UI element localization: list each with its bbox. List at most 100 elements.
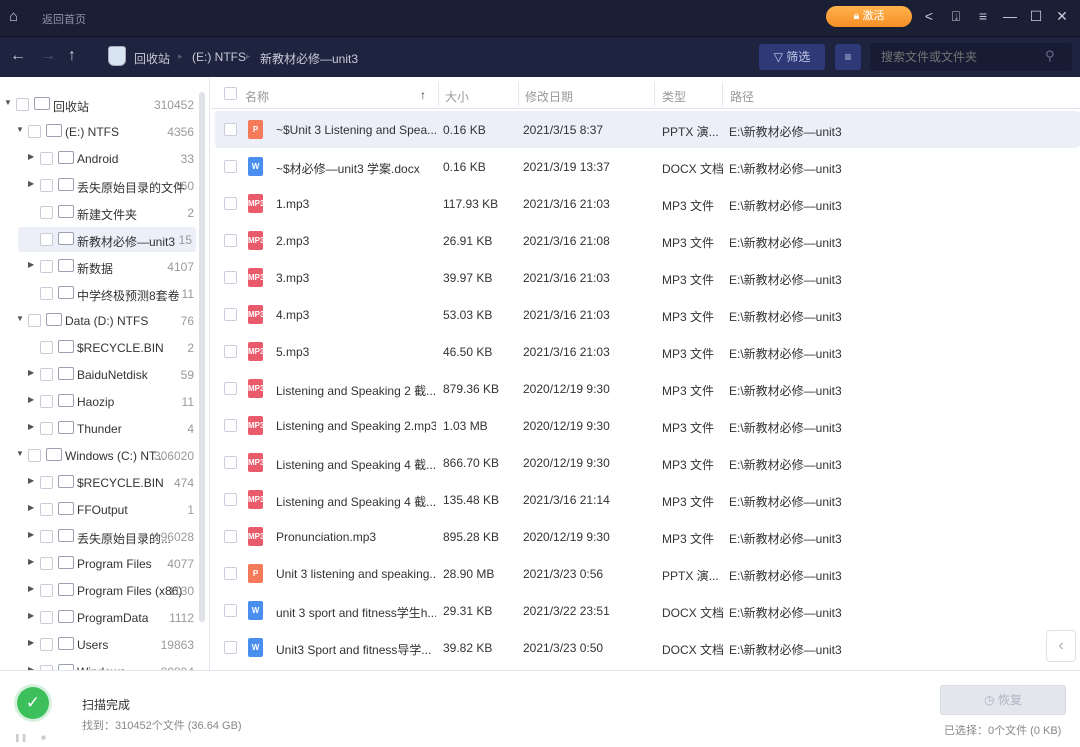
share-icon[interactable]: < xyxy=(920,8,938,24)
file-row[interactable]: MP3 Listening and Speaking 4 截... 866.70… xyxy=(215,444,1080,481)
file-row[interactable]: MP3 Listening and Speaking 2.mp3 1.03 MB… xyxy=(215,407,1080,444)
caret-right-icon[interactable]: ▶ xyxy=(28,152,34,161)
tree-scrollbar[interactable] xyxy=(199,92,205,622)
tree-checkbox[interactable] xyxy=(40,341,53,354)
tree-item[interactable]: ▶ $RECYCLE.BIN 474 xyxy=(0,470,200,495)
caret-right-icon[interactable]: ▶ xyxy=(28,260,34,269)
pause-icon[interactable]: ❚❚ xyxy=(14,733,27,742)
tree-checkbox[interactable] xyxy=(40,179,53,192)
row-checkbox[interactable] xyxy=(224,123,237,136)
tree-item[interactable]: ▶ Haozip 11 xyxy=(0,389,200,414)
row-checkbox[interactable] xyxy=(224,604,237,617)
file-row[interactable]: W unit 3 sport and fitness学生h... 29.31 K… xyxy=(215,592,1080,629)
tree-checkbox[interactable] xyxy=(40,638,53,651)
caret-right-icon[interactable]: ▶ xyxy=(28,503,34,512)
tree-item[interactable]: ▶ Program Files (x86) 1130 xyxy=(0,578,200,603)
caret-right-icon[interactable]: ▶ xyxy=(28,476,34,485)
search-input[interactable] xyxy=(870,43,1072,71)
caret-down-icon[interactable]: ▼ xyxy=(4,98,12,107)
breadcrumb-recycle-bin[interactable]: 回收站 xyxy=(134,50,170,67)
activate-button[interactable]: 🔒︎ 激活 xyxy=(826,6,912,27)
tree-checkbox[interactable] xyxy=(28,125,41,138)
up-arrow-icon[interactable]: ↑ xyxy=(68,47,76,65)
back-arrow-icon[interactable]: ← xyxy=(10,47,26,65)
file-row[interactable]: MP3 2.mp3 26.91 KB 2021/3/16 21:08 MP3 文… xyxy=(215,222,1080,259)
tree-item[interactable]: ▶ 新数据 4107 xyxy=(0,254,200,279)
file-row[interactable]: MP3 Pronunciation.mp3 895.28 KB 2020/12/… xyxy=(215,518,1080,555)
tree-item[interactable]: ▶ Program Files 4077 xyxy=(0,551,200,576)
caret-right-icon[interactable]: ▶ xyxy=(28,368,34,377)
tree-item[interactable]: ▶ 丢失原始目录的... 196028 xyxy=(0,524,200,549)
tree-item[interactable]: ▼ Windows (C:) NT... 306020 xyxy=(0,443,200,468)
collapse-panel-button[interactable]: ‹ xyxy=(1046,630,1076,662)
tree-item[interactable]: ▶ Users 19863 xyxy=(0,632,200,657)
caret-right-icon[interactable]: ▶ xyxy=(28,638,34,647)
column-name[interactable]: 名称 xyxy=(245,88,269,105)
sort-ascending-icon[interactable]: ↑ xyxy=(420,88,426,102)
recover-button[interactable]: ◷ 恢复 xyxy=(940,685,1066,715)
breadcrumb-folder[interactable]: 新教材必修—unit3 xyxy=(260,50,358,67)
breadcrumb-drive[interactable]: (E:) NTFS xyxy=(192,50,246,64)
maximize-icon[interactable]: ☐ xyxy=(1027,8,1045,25)
tree-item[interactable]: ▶Windows80894 xyxy=(0,659,200,670)
tree-checkbox[interactable] xyxy=(16,98,29,111)
row-checkbox[interactable] xyxy=(224,382,237,395)
tree-item[interactable]: ▶ FFOutput 1 xyxy=(0,497,200,522)
row-checkbox[interactable] xyxy=(224,197,237,210)
row-checkbox[interactable] xyxy=(224,493,237,506)
row-checkbox[interactable] xyxy=(224,456,237,469)
caret-right-icon[interactable]: ▶ xyxy=(28,395,34,404)
file-row[interactable]: P ~$Unit 3 Listening and Spea... 0.16 KB… xyxy=(215,111,1080,148)
row-checkbox[interactable] xyxy=(224,160,237,173)
column-divider[interactable] xyxy=(438,82,439,106)
tree-item[interactable]: ▼ (E:) NTFS 4356 xyxy=(0,119,200,144)
tree-item[interactable]: ▶ Android 33 xyxy=(0,146,200,171)
select-all-checkbox[interactable] xyxy=(224,87,237,100)
tree-checkbox[interactable] xyxy=(40,287,53,300)
tree-checkbox[interactable] xyxy=(40,233,53,246)
tree-checkbox[interactable] xyxy=(40,557,53,570)
tree-item[interactable]: ▼ 回收站 310452 xyxy=(0,92,200,117)
tree-checkbox[interactable] xyxy=(40,152,53,165)
tree-checkbox[interactable] xyxy=(40,368,53,381)
tree-checkbox[interactable] xyxy=(40,611,53,624)
file-row[interactable]: MP3 1.mp3 117.93 KB 2021/3/16 21:03 MP3 … xyxy=(215,185,1080,222)
tree-item[interactable]: ▶ 丢失原始目录的文件 160 xyxy=(0,173,200,198)
tree-item[interactable]: ▼ Data (D:) NTFS 76 xyxy=(0,308,200,333)
tree-checkbox[interactable] xyxy=(40,395,53,408)
row-checkbox[interactable] xyxy=(224,308,237,321)
file-row[interactable]: P Unit 3 listening and speaking... 28.90… xyxy=(215,555,1080,592)
view-mode-button[interactable]: ≡ xyxy=(835,44,861,70)
row-checkbox[interactable] xyxy=(224,419,237,432)
stop-icon[interactable]: ■ xyxy=(41,733,46,742)
file-row[interactable]: W ~$材必修—unit3 学案.docx 0.16 KB 2021/3/19 … xyxy=(215,148,1080,185)
row-checkbox[interactable] xyxy=(224,345,237,358)
search-icon[interactable]: ⚲ xyxy=(1045,48,1055,64)
tree-checkbox[interactable] xyxy=(40,476,53,489)
file-row[interactable]: MP3 4.mp3 53.03 KB 2021/3/16 21:03 MP3 文… xyxy=(215,296,1080,333)
caret-right-icon[interactable]: ▶ xyxy=(28,584,34,593)
column-type[interactable]: 类型 xyxy=(662,88,686,105)
caret-down-icon[interactable]: ▼ xyxy=(16,314,24,323)
tree-checkbox[interactable] xyxy=(40,503,53,516)
column-divider[interactable] xyxy=(722,82,723,106)
tree-item[interactable]: 新建文件夹 2 xyxy=(0,200,200,225)
tree-checkbox[interactable] xyxy=(40,584,53,597)
column-path[interactable]: 路径 xyxy=(730,88,754,105)
column-divider[interactable] xyxy=(654,82,655,106)
column-divider[interactable] xyxy=(518,82,519,106)
tree-item[interactable]: 新教材必修—unit3 15 xyxy=(18,227,196,252)
caret-right-icon[interactable]: ▶ xyxy=(28,557,34,566)
home-icon[interactable]: ⌂ xyxy=(9,8,18,25)
file-row[interactable]: W Unit3 Sport and fitness导学... 39.82 KB … xyxy=(215,629,1080,666)
file-row[interactable]: MP3 Listening and Speaking 4 截... 135.48… xyxy=(215,481,1080,518)
row-checkbox[interactable] xyxy=(224,641,237,654)
row-checkbox[interactable] xyxy=(224,530,237,543)
tree-item[interactable]: ▶ Thunder 4 xyxy=(0,416,200,441)
tree-checkbox[interactable] xyxy=(28,449,41,462)
file-row[interactable]: MP3 Listening and Speaking 2 截... 879.36… xyxy=(215,370,1080,407)
row-checkbox[interactable] xyxy=(224,567,237,580)
caret-down-icon[interactable]: ▼ xyxy=(16,125,24,134)
tree-item[interactable]: 中学终极预测8套卷 11 xyxy=(0,281,200,306)
file-row[interactable]: MP3 3.mp3 39.97 KB 2021/3/16 21:03 MP3 文… xyxy=(215,259,1080,296)
